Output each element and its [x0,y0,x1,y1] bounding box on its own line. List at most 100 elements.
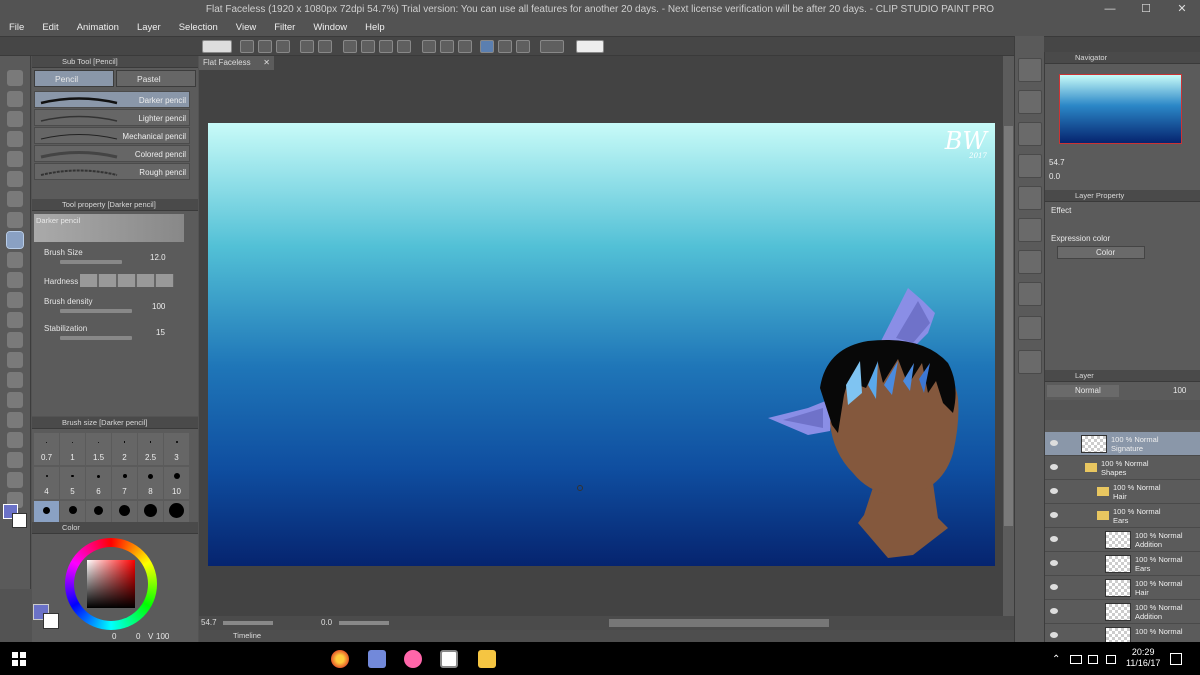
minimize-button[interactable]: — [1092,0,1128,19]
material-palette-8-icon[interactable] [1018,282,1042,306]
material-palette-7-icon[interactable] [1018,250,1042,274]
clock[interactable]: 20:29 11/16/17 [1126,647,1160,669]
eraser-tool-icon[interactable] [7,312,23,328]
figure-tool-icon[interactable] [7,392,23,408]
auto-select-tool-icon[interactable] [7,171,23,187]
brush-size-slider[interactable] [60,260,122,264]
brush-size-preset[interactable]: 1.5 [86,433,111,465]
blend-tool-icon[interactable] [7,332,23,348]
windows-start-icon[interactable] [12,652,26,666]
brush-size-preset[interactable]: 1 [60,433,85,465]
transform-icon[interactable] [397,40,411,53]
layer-row[interactable]: 100 % Normal Hair [1045,480,1200,504]
hardness-selector[interactable] [80,274,174,287]
document-tab[interactable]: Flat Faceless ✕ [199,56,274,70]
material-palette-2-icon[interactable] [1018,90,1042,114]
brush-size-preset[interactable]: 5 [60,467,85,499]
sub-color-swatch[interactable] [12,513,27,528]
material-palette-10-icon[interactable] [1018,350,1042,374]
deselect-icon[interactable] [422,40,436,53]
navigator-angle[interactable]: 0.0 [1049,172,1060,181]
decoration-tool-icon[interactable] [7,292,23,308]
layer-row[interactable]: 100 % Normal Addition [1045,600,1200,624]
brush-tool-icon[interactable] [7,252,23,268]
firefox-icon[interactable] [331,650,349,668]
close-button[interactable]: ✕ [1164,0,1200,19]
menu-layer[interactable]: Layer [128,22,170,33]
timeline-bar[interactable]: Timeline [199,630,1014,642]
help-icon[interactable] [576,40,604,53]
close-tab-icon[interactable]: ✕ [263,56,270,70]
material-palette-5-icon[interactable] [1018,186,1042,210]
layer-row[interactable]: 100 % Normal Addition [1045,528,1200,552]
redo-icon[interactable] [318,40,332,53]
network-icon[interactable] [1070,655,1082,664]
eye-icon[interactable] [1050,440,1058,446]
balloon-tool-icon[interactable] [7,472,23,488]
stabilization-value[interactable]: 15 [156,328,165,337]
ruler-tool-icon[interactable] [7,432,23,448]
fill-icon[interactable] [379,40,393,53]
eye-icon[interactable] [1050,488,1058,494]
save-icon[interactable] [276,40,290,53]
text-tool-icon[interactable] [7,452,23,468]
tab-pencil[interactable]: Pencil [34,70,114,87]
brush-size-preset[interactable]: 0.7 [34,433,59,465]
zoom-tool-icon[interactable] [7,70,23,86]
frame-tool-icon[interactable] [7,412,23,428]
operation-tool-icon[interactable] [7,111,23,127]
horizontal-scrollbar[interactable] [609,619,829,627]
selection-tool-icon[interactable] [7,151,23,167]
eye-icon[interactable] [1050,560,1058,566]
file-explorer-icon[interactable] [478,650,496,668]
tray-chevron-icon[interactable]: ⌃ [1052,654,1060,665]
clear-icon[interactable] [343,40,357,53]
brush-size-preset[interactable]: 10 [164,467,189,499]
blend-mode-select[interactable]: Normal [1047,385,1119,397]
pen-tool-icon[interactable] [7,212,23,228]
layer-row[interactable]: 100 % Normal Signature [1045,432,1200,456]
brush-density-slider[interactable] [60,309,132,313]
open-file-icon[interactable] [258,40,272,53]
material-palette-4-icon[interactable] [1018,154,1042,178]
navigator-preview[interactable] [1059,74,1182,144]
layer-row[interactable]: 100 % Normal Hair [1045,576,1200,600]
eye-icon[interactable] [1050,584,1058,590]
zoom-value[interactable]: 54.7 [201,618,217,627]
pencil-tool-icon[interactable] [6,231,24,249]
menu-animation[interactable]: Animation [68,22,128,33]
eye-icon[interactable] [1050,632,1058,638]
stabilization-slider[interactable] [60,336,132,340]
eye-icon[interactable] [1050,536,1058,542]
menu-selection[interactable]: Selection [170,22,227,33]
material-palette-icon[interactable] [1018,58,1042,82]
material-palette-9-icon[interactable] [1018,316,1042,340]
eye-icon[interactable] [1050,608,1058,614]
menu-edit[interactable]: Edit [33,22,67,33]
brush-darker-pencil[interactable]: Darker pencil [34,91,190,108]
clip-studio-paint-icon[interactable] [440,650,458,668]
osu-icon[interactable] [404,650,422,668]
brush-mechanical-pencil[interactable]: Mechanical pencil [34,127,190,144]
brush-size-preset[interactable]: 2.5 [138,433,163,465]
vertical-scroll-thumb[interactable] [1004,126,1013,526]
notifications-icon[interactable] [1170,653,1182,665]
menu-help[interactable]: Help [356,22,394,33]
brush-size-preset[interactable]: 4 [34,467,59,499]
menu-view[interactable]: View [227,22,265,33]
clip-studio-icon[interactable] [202,40,232,53]
layer-opacity-value[interactable]: 100 [1173,386,1186,395]
display-settings-icon[interactable] [540,40,564,53]
brush-size-preset[interactable]: 6 [86,467,111,499]
menu-window[interactable]: Window [304,22,356,33]
new-file-icon[interactable] [240,40,254,53]
rotation-slider[interactable] [339,621,389,625]
brush-density-value[interactable]: 100 [152,302,165,311]
sub-color-swatch[interactable] [43,613,59,629]
eye-icon[interactable] [1050,512,1058,518]
menu-file[interactable]: File [0,22,33,33]
clear-outside-icon[interactable] [361,40,375,53]
eyedropper-tool-icon[interactable] [7,191,23,207]
volume-icon[interactable] [1088,655,1098,664]
expression-color-select[interactable]: Color [1057,246,1145,259]
